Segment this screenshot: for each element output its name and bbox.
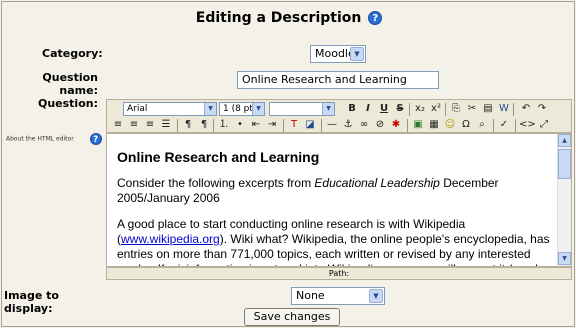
spellcheck-icon[interactable]: ✓: [497, 118, 511, 132]
html-editor-area[interactable]: Online Research and Learning Consider th…: [106, 133, 572, 267]
chevron-down-icon: ▼: [204, 103, 216, 115]
fullscreen-icon[interactable]: ⤢: [537, 118, 551, 132]
category-select[interactable]: Moodle ▼: [310, 45, 366, 63]
question-name-input[interactable]: Online Research and Learning: [237, 71, 439, 89]
align-left-icon[interactable]: ≡: [111, 118, 125, 132]
underline-icon[interactable]: U: [377, 102, 391, 116]
font-select[interactable]: Arial ▼: [123, 102, 217, 116]
chevron-down-icon: ▼: [369, 289, 383, 303]
help-icon[interactable]: ?: [89, 133, 102, 145]
style-select[interactable]: ▼: [269, 102, 335, 116]
toolbar-divider: [283, 119, 284, 132]
italic-icon[interactable]: I: [361, 102, 375, 116]
editor-path-bar: Path:: [106, 267, 572, 280]
scroll-down-icon[interactable]: ▼: [558, 252, 571, 265]
background-color-icon[interactable]: ◪: [303, 118, 317, 132]
search-replace-icon[interactable]: ⌕: [475, 118, 489, 132]
question-name-label: Question name:: [42, 71, 98, 97]
toolbar-divider: [513, 103, 514, 116]
paste-word-icon[interactable]: W: [497, 102, 511, 116]
ltr-icon[interactable]: ¶: [181, 118, 195, 132]
size-select[interactable]: 1 (8 pt) ▼: [219, 102, 265, 116]
copy-icon[interactable]: ⎘: [449, 102, 463, 116]
chevron-down-icon: ▼: [350, 47, 364, 61]
align-right-icon[interactable]: ≡: [143, 118, 157, 132]
rtl-icon[interactable]: ¶: [197, 118, 211, 132]
content-heading: Online Research and Learning: [117, 149, 320, 165]
smiley-icon[interactable]: ☺: [443, 118, 457, 132]
html-editor-help-link[interactable]: About the HTML editor: [6, 136, 74, 143]
align-center-icon[interactable]: ≡: [127, 118, 141, 132]
toolbar-divider: [409, 103, 410, 116]
question-label: Question:: [37, 97, 98, 110]
html-editor-help[interactable]: About the HTML editor ?: [6, 133, 102, 145]
html-source-icon[interactable]: <>: [519, 118, 536, 132]
unlink-icon[interactable]: ⊘: [373, 118, 387, 132]
toolbar-divider: [493, 119, 494, 132]
insert-table-icon[interactable]: ▦: [427, 118, 441, 132]
outdent-icon[interactable]: ⇤: [249, 118, 263, 132]
editor-scrollbar[interactable]: ▲ ▼: [557, 134, 571, 266]
edit-form: Editing a Description ? Category: Moodle…: [1, 1, 575, 327]
wikipedia-link[interactable]: www.wikipedia.org: [121, 232, 220, 246]
indent-icon[interactable]: ⇥: [265, 118, 279, 132]
image-value: None: [296, 289, 325, 302]
page-title: Editing a Description ?: [2, 10, 576, 26]
toolbar-divider: [407, 119, 408, 132]
toolbar-divider: [445, 103, 446, 116]
justify-icon[interactable]: ☰: [159, 118, 173, 132]
link-icon[interactable]: ∞: [357, 118, 371, 132]
editor-toolbar: Arial ▼ 1 (8 pt) ▼ ▼ B I U S x₂ x² ⎘ ✂ ▤…: [106, 99, 572, 133]
bold-icon[interactable]: B: [345, 102, 359, 116]
paste-icon[interactable]: ▤: [481, 102, 495, 116]
chevron-down-icon: ▼: [252, 103, 264, 115]
content-paragraph: Consider the following excerpts from Edu…: [117, 176, 499, 205]
toolbar-divider: [321, 119, 322, 132]
editor-content: Online Research and Learning Consider th…: [117, 150, 557, 267]
content-paragraph: A good place to start conducting online …: [117, 217, 550, 266]
image-label: Image to display:: [4, 289, 59, 315]
strikethrough-icon[interactable]: S: [393, 102, 407, 116]
scrollbar-thumb[interactable]: [558, 149, 571, 179]
redo-icon[interactable]: ↷: [535, 102, 549, 116]
horizontal-rule-icon[interactable]: —: [325, 118, 339, 132]
superscript-icon[interactable]: x²: [429, 102, 443, 116]
image-select[interactable]: None ▼: [291, 287, 385, 305]
special-char-icon[interactable]: Ω: [459, 118, 473, 132]
anchor-icon[interactable]: ⚓: [341, 118, 355, 132]
scroll-up-icon[interactable]: ▲: [558, 134, 571, 147]
nolink-icon[interactable]: ✱: [389, 118, 403, 132]
toolbar-divider: [213, 119, 214, 132]
category-label: Category:: [42, 47, 103, 60]
category-value: Moodle: [315, 47, 355, 60]
insert-image-icon[interactable]: ▣: [411, 118, 425, 132]
toolbar-divider: [515, 119, 516, 132]
cut-icon[interactable]: ✂: [465, 102, 479, 116]
undo-icon[interactable]: ↶: [519, 102, 533, 116]
help-icon[interactable]: ?: [368, 11, 383, 25]
text-color-icon[interactable]: T: [287, 118, 301, 132]
toolbar-divider: [177, 119, 178, 132]
unordered-list-icon[interactable]: •: [233, 118, 247, 132]
subscript-icon[interactable]: x₂: [413, 102, 427, 116]
ordered-list-icon[interactable]: ⒈: [217, 118, 231, 132]
chevron-down-icon: ▼: [322, 103, 334, 115]
save-changes-button[interactable]: Save changes: [244, 308, 340, 326]
